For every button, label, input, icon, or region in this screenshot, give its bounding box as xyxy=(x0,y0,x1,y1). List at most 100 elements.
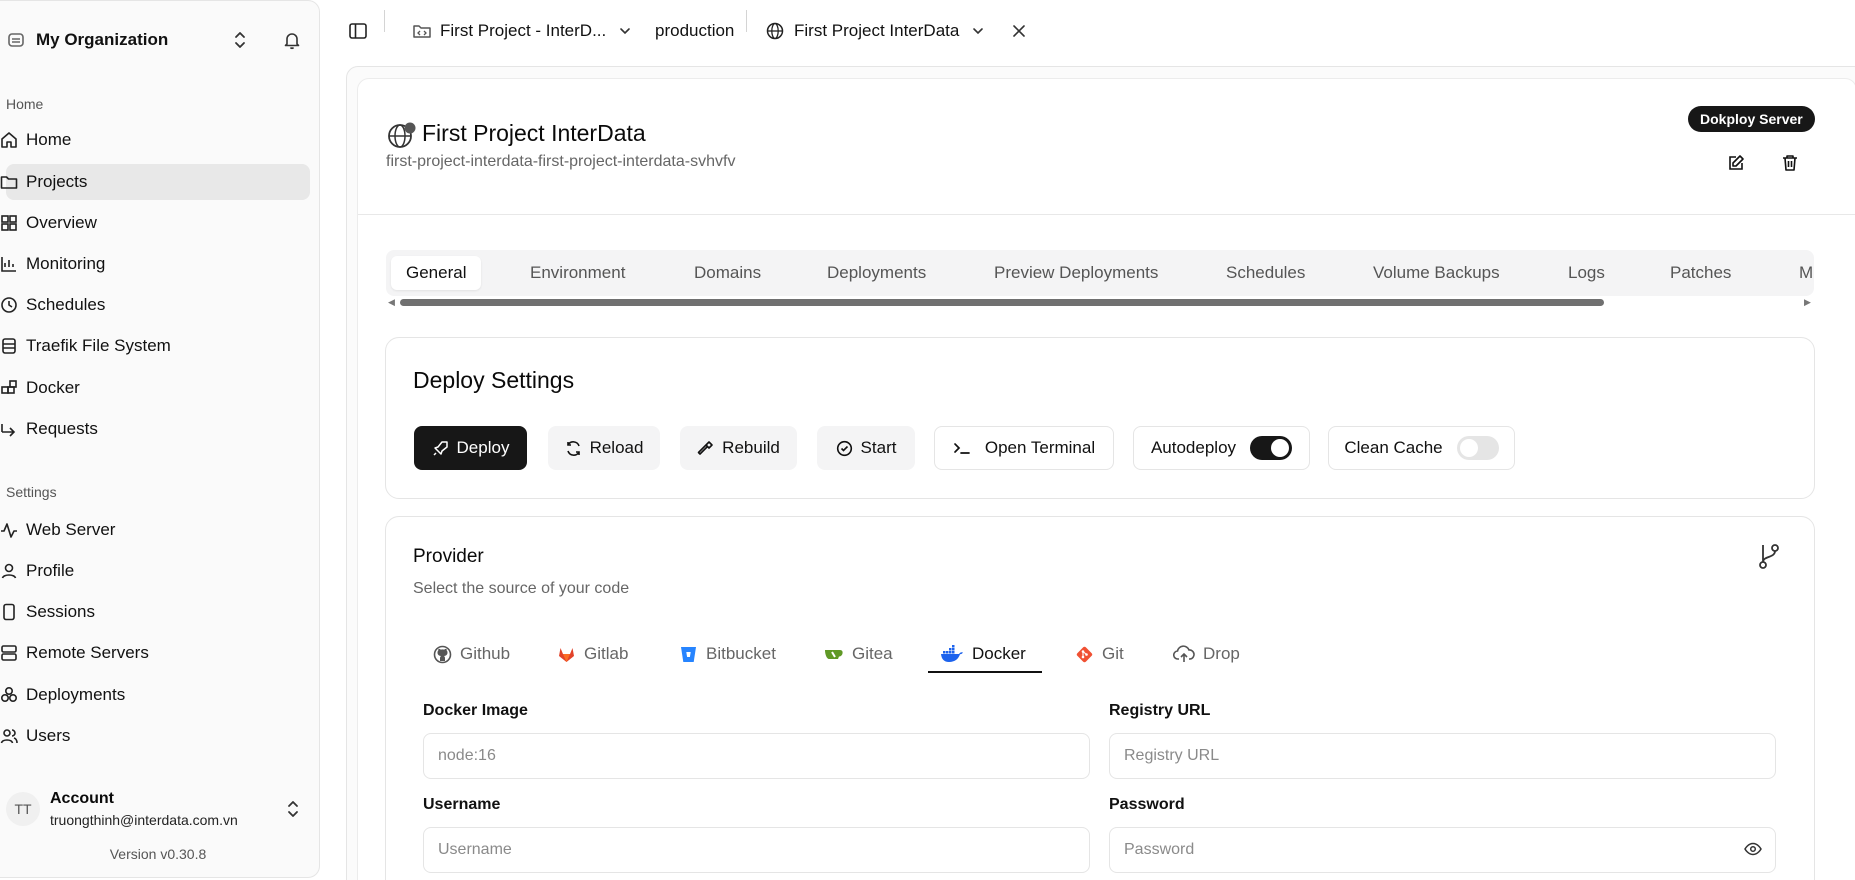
autodeploy-control[interactable]: Autodeploy xyxy=(1133,426,1310,470)
tabs-scrollbar[interactable]: ◀ ▶ xyxy=(386,297,1814,307)
provider-tab-label: Gitlab xyxy=(584,644,629,663)
sidebar-item-monitoring[interactable]: Monitoring xyxy=(1,246,310,282)
avatar: TT xyxy=(6,792,40,826)
edit-icon[interactable] xyxy=(1718,145,1754,181)
sidebar-item-label: Profile xyxy=(26,561,75,580)
deploy-button[interactable]: Deploy xyxy=(414,426,527,470)
reload-button[interactable]: Reload xyxy=(548,426,660,470)
org-switcher[interactable]: My Organization xyxy=(6,22,306,58)
provider-tab-git[interactable]: Git xyxy=(1075,636,1124,672)
provider-tab-docker[interactable]: Docker xyxy=(940,636,1026,672)
tab-deployments[interactable]: Deployments xyxy=(812,256,941,290)
start-button[interactable]: Start xyxy=(817,426,915,470)
page-title: First Project InterData xyxy=(422,120,646,146)
tab-domains[interactable]: Domains xyxy=(679,256,776,290)
registry-url-input[interactable] xyxy=(1109,733,1776,779)
tab-general[interactable]: General xyxy=(391,256,482,290)
sidebar-item-deployments[interactable]: Deployments xyxy=(0,677,310,713)
tab-logs[interactable]: Logs xyxy=(1553,256,1620,290)
sidebar-item-traefik[interactable]: Traefik File System xyxy=(2,328,310,364)
environment-name: production xyxy=(655,21,735,40)
sidebar-item-requests[interactable]: Requests xyxy=(1,411,310,447)
provider-tab-label: Docker xyxy=(972,644,1026,663)
gitlab-icon xyxy=(557,645,576,664)
sidebar-item-overview[interactable]: Overview xyxy=(1,205,310,241)
check-circle-icon xyxy=(836,440,853,457)
sidebar-item-label: Users xyxy=(26,726,71,745)
account-menu[interactable]: TT Account truongthinh@interdata.com.vn xyxy=(6,786,306,836)
account-name: Account xyxy=(50,790,114,807)
divider xyxy=(358,214,1855,215)
sidebar-item-label: Web Server xyxy=(26,520,116,539)
bitbucket-icon xyxy=(679,645,698,664)
autodeploy-label: Autodeploy xyxy=(1150,438,1237,457)
scrollbar-thumb[interactable] xyxy=(400,299,1604,306)
eye-icon[interactable] xyxy=(1744,840,1762,858)
open-terminal-label: Open Terminal xyxy=(984,438,1096,457)
sidebar-item-home[interactable]: Home xyxy=(1,122,310,158)
provider-card xyxy=(385,516,1815,880)
provider-tab-gitea[interactable]: Gitea xyxy=(824,636,893,672)
github-icon xyxy=(433,645,452,664)
chevrons-up-down-icon[interactable] xyxy=(232,30,248,50)
grid-icon xyxy=(0,214,18,232)
environment-selector[interactable]: production xyxy=(655,18,734,44)
sidebar-item-remote-servers[interactable]: Remote Servers xyxy=(1,635,310,671)
close-icon[interactable] xyxy=(1011,18,1027,44)
app-version: Version v0.30.8 xyxy=(109,846,207,862)
sidebar-item-label: Deployments xyxy=(26,685,126,704)
arrow-icon xyxy=(0,420,18,438)
server-icon xyxy=(0,644,18,662)
rebuild-button[interactable]: Rebuild xyxy=(680,426,797,470)
sidebar-item-docker[interactable]: Docker xyxy=(1,370,310,406)
chevrons-up-down-icon[interactable] xyxy=(286,800,300,818)
deploy-label: Deploy xyxy=(456,438,510,457)
docker-image-input[interactable] xyxy=(423,733,1090,779)
bell-icon[interactable] xyxy=(282,30,302,50)
tab-environment[interactable]: Environment xyxy=(515,256,640,290)
open-terminal-button[interactable]: Open Terminal xyxy=(934,426,1114,470)
tab-patches[interactable]: Patches xyxy=(1655,256,1746,290)
trash-icon[interactable] xyxy=(1772,145,1808,181)
sidebar-item-projects[interactable]: Projects xyxy=(0,164,310,200)
tab-schedules[interactable]: Schedules xyxy=(1211,256,1320,290)
sidebar-item-label: Overview xyxy=(26,213,97,232)
globe-icon xyxy=(386,120,418,152)
group-label-home: Home xyxy=(6,96,44,112)
provider-tab-gitlab[interactable]: Gitlab xyxy=(557,636,628,672)
password-input[interactable] xyxy=(1109,827,1776,873)
sidebar-item-label: Projects xyxy=(26,172,88,191)
project-selector[interactable]: First Project - InterD... xyxy=(412,18,632,44)
tablet-icon xyxy=(0,603,18,621)
service-selector[interactable]: First Project InterData xyxy=(766,18,985,44)
clean-cache-control[interactable]: Clean Cache xyxy=(1328,426,1515,470)
cloud-upload-icon xyxy=(1173,644,1195,664)
provider-tab-github[interactable]: Github xyxy=(433,636,510,672)
autodeploy-toggle[interactable] xyxy=(1250,436,1293,460)
tab-volume-backups[interactable]: Volume Backups xyxy=(1358,256,1515,290)
rebuild-label: Rebuild xyxy=(722,438,780,457)
sidebar-item-schedules[interactable]: Schedules xyxy=(1,287,310,323)
sidebar-item-profile[interactable]: Profile xyxy=(1,553,310,589)
user-icon xyxy=(0,562,18,580)
sidebar-toggle-icon[interactable] xyxy=(348,18,368,44)
username-label: Username xyxy=(423,796,501,813)
tab-more[interactable]: M xyxy=(1784,256,1814,290)
scroll-left-icon[interactable]: ◀ xyxy=(388,297,396,308)
provider-tab-label: Bitbucket xyxy=(706,644,776,663)
sidebar-item-users[interactable]: Users xyxy=(0,718,310,754)
service-name: First Project InterData xyxy=(794,21,960,40)
sidebar-item-sessions[interactable]: Sessions xyxy=(3,594,310,630)
scroll-right-icon[interactable]: ▶ xyxy=(1804,297,1812,308)
provider-tab-drop[interactable]: Drop xyxy=(1173,636,1240,672)
home-icon xyxy=(0,131,18,149)
provider-tab-label: Git xyxy=(1102,644,1124,663)
tab-preview-deployments[interactable]: Preview Deployments xyxy=(979,256,1173,290)
provider-tab-bitbucket[interactable]: Bitbucket xyxy=(679,636,776,672)
deploy-settings-card xyxy=(385,337,1815,499)
sidebar-item-label: Traefik File System xyxy=(26,336,171,355)
clean-cache-toggle[interactable] xyxy=(1456,436,1499,460)
username-input[interactable] xyxy=(423,827,1090,873)
account-email: truongthinh@interdata.com.vn xyxy=(50,812,238,828)
sidebar-item-web-server[interactable]: Web Server xyxy=(1,512,310,548)
